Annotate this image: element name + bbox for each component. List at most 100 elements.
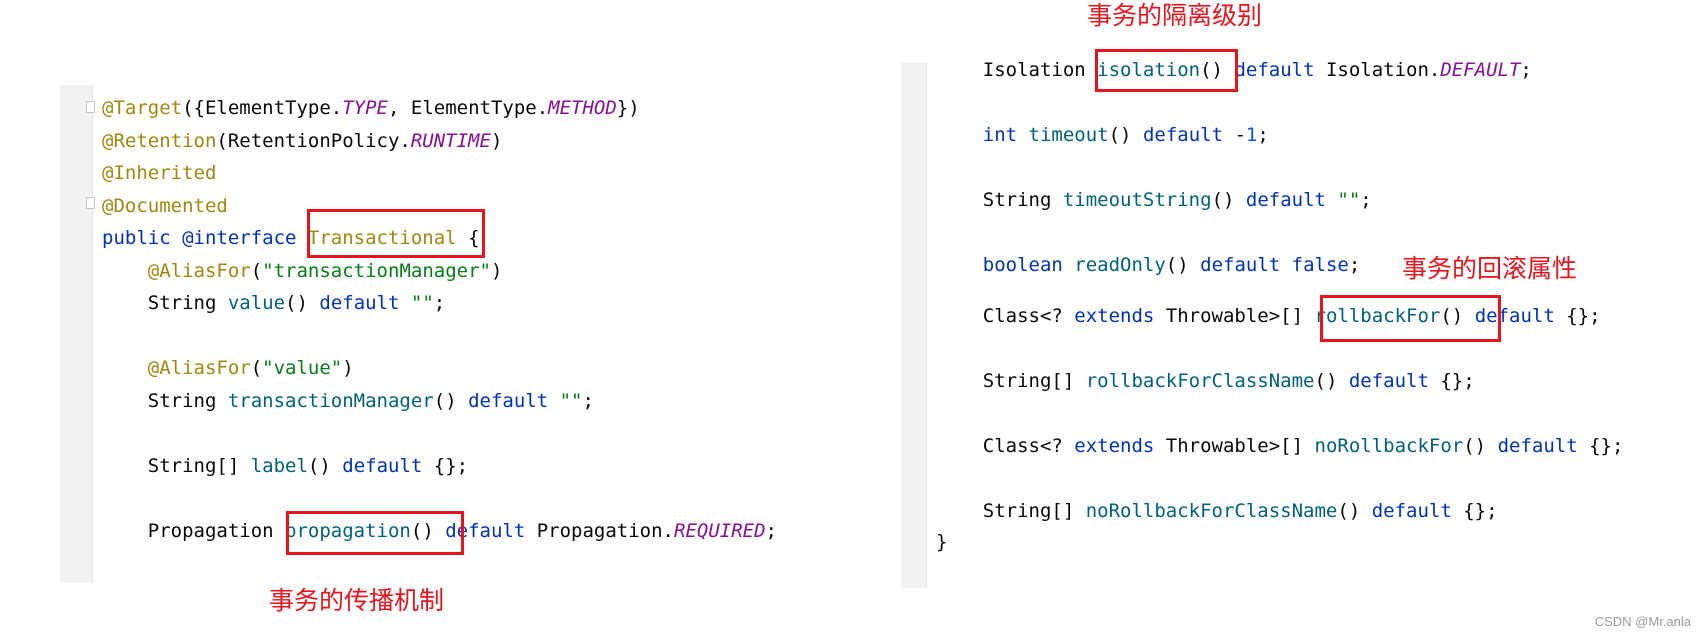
fold-icon[interactable] — [86, 101, 95, 113]
note-isolation: 事务的隔离级别 — [1087, 1, 1263, 30]
code-token: () — [433, 389, 469, 412]
code-token: readOnly — [1074, 254, 1166, 276]
code-token: {}; — [1440, 370, 1475, 392]
code-token: ( — [250, 259, 263, 282]
code-token: () — [285, 292, 320, 314]
code-token: "" — [559, 389, 583, 412]
code-token: rollbackForClassName — [1085, 370, 1315, 392]
code-token: label — [250, 454, 308, 477]
code-token: extends — [1074, 305, 1166, 327]
code-token: () — [307, 454, 343, 477]
code-line: String[] noRollbackForClassName() defaul… — [937, 498, 1498, 524]
code-line: String transactionManager() default ""; — [102, 388, 594, 414]
code-line: String[] label() default {}; — [102, 453, 468, 479]
code-line: String value() default ""; — [102, 290, 445, 316]
code-token: REQUIRED — [674, 519, 766, 542]
code-token: DEFAULT — [1440, 59, 1521, 81]
code-token: () — [1314, 370, 1349, 392]
code-token: String — [937, 189, 1063, 211]
code-token: noRollbackFor — [1314, 435, 1464, 457]
code-token: 1 — [1245, 124, 1258, 146]
code-token: ; — [582, 389, 594, 412]
code-token: Propagation. — [536, 519, 674, 542]
code-token: Propagation — [102, 519, 286, 542]
code-token: () — [1463, 435, 1498, 457]
code-token: ; — [1520, 59, 1532, 81]
code-token: @Documented — [102, 194, 228, 217]
code-token: Isolation — [937, 59, 1098, 81]
left-editor-gutter — [60, 85, 93, 583]
code-token: String[] — [937, 370, 1086, 392]
code-token: timeoutString — [1062, 189, 1212, 211]
code-token: ; — [1360, 189, 1372, 211]
highlight-box-transactional — [307, 209, 485, 258]
code-token: - — [1234, 124, 1246, 146]
code-token: ) — [490, 259, 503, 282]
right-editor-gutter — [901, 62, 927, 588]
code-token: default false — [1200, 254, 1349, 276]
code-line: @AliasFor("value") — [102, 355, 354, 381]
code-line: } — [936, 529, 947, 555]
code-line: Class<? extends Throwable>[] rollbackFor… — [937, 303, 1601, 329]
code-token: ; — [765, 519, 777, 542]
code-token: String — [102, 292, 228, 314]
code-line: String[] rollbackForClassName() default … — [937, 368, 1475, 394]
code-token: String[] — [937, 500, 1086, 522]
fold-icon[interactable] — [86, 197, 95, 209]
code-token: timeout — [1028, 124, 1109, 146]
code-line: @Inherited — [102, 160, 216, 186]
code-token: @Inherited — [102, 162, 217, 184]
code-token: ; — [433, 292, 446, 314]
code-token: String — [102, 389, 228, 412]
code-token: default — [1497, 435, 1590, 457]
code-token: @AliasFor — [147, 357, 251, 379]
code-token: default — [1371, 500, 1464, 522]
code-token: value — [227, 292, 286, 314]
code-token: } — [936, 531, 948, 553]
code-token: default — [468, 389, 560, 412]
code-line: String timeoutString() default ""; — [937, 187, 1372, 213]
code-token: {}; — [1463, 500, 1498, 522]
code-token: transactionManager — [227, 389, 434, 412]
code-token: ( — [250, 357, 263, 379]
code-line: boolean readOnly() default false; — [937, 252, 1361, 278]
code-token: ) — [490, 129, 503, 152]
code-token: () — [1108, 124, 1143, 146]
code-token: METHOD — [548, 97, 617, 119]
code-token: Throwable>[] — [1165, 305, 1315, 327]
code-token: @Target — [102, 97, 183, 119]
code-token: default — [1234, 59, 1326, 81]
code-line: @Target({ElementType.TYPE, ElementType.M… — [102, 95, 640, 121]
highlight-box-propagation — [286, 511, 464, 555]
code-token: Isolation. — [1325, 59, 1441, 81]
code-token: () — [1211, 189, 1246, 211]
code-token: "" — [1337, 189, 1361, 211]
code-line: int timeout() default -1; — [937, 122, 1269, 148]
code-token: , ElementType. — [388, 97, 549, 119]
code-token: {}; — [1566, 305, 1601, 327]
note-rollback: 事务的回滚属性 — [1402, 254, 1578, 283]
code-token: Class<? — [937, 435, 1075, 457]
code-token: RUNTIME — [410, 129, 491, 152]
code-token: default — [1245, 189, 1338, 211]
highlight-box-isolation — [1095, 49, 1238, 92]
code-token: Throwable>[] — [1165, 435, 1315, 457]
code-token: TYPE — [342, 97, 388, 119]
code-line: Class<? extends Throwable>[] noRollbackF… — [937, 433, 1624, 459]
code-token: @AliasFor — [147, 259, 251, 282]
code-token: default — [342, 454, 434, 477]
code-token: (RetentionPolicy. — [216, 129, 411, 152]
code-line: @Documented — [102, 193, 228, 219]
code-token: ) — [342, 357, 354, 379]
highlight-box-rollbackfor — [1320, 295, 1501, 342]
code-token: () — [1337, 500, 1372, 522]
code-token: () — [1165, 254, 1201, 276]
code-line: @Retention(RetentionPolicy.RUNTIME) — [102, 128, 502, 154]
code-token: String[] — [102, 454, 251, 477]
code-token: @Retention — [102, 129, 217, 152]
code-token: "value" — [262, 357, 343, 379]
